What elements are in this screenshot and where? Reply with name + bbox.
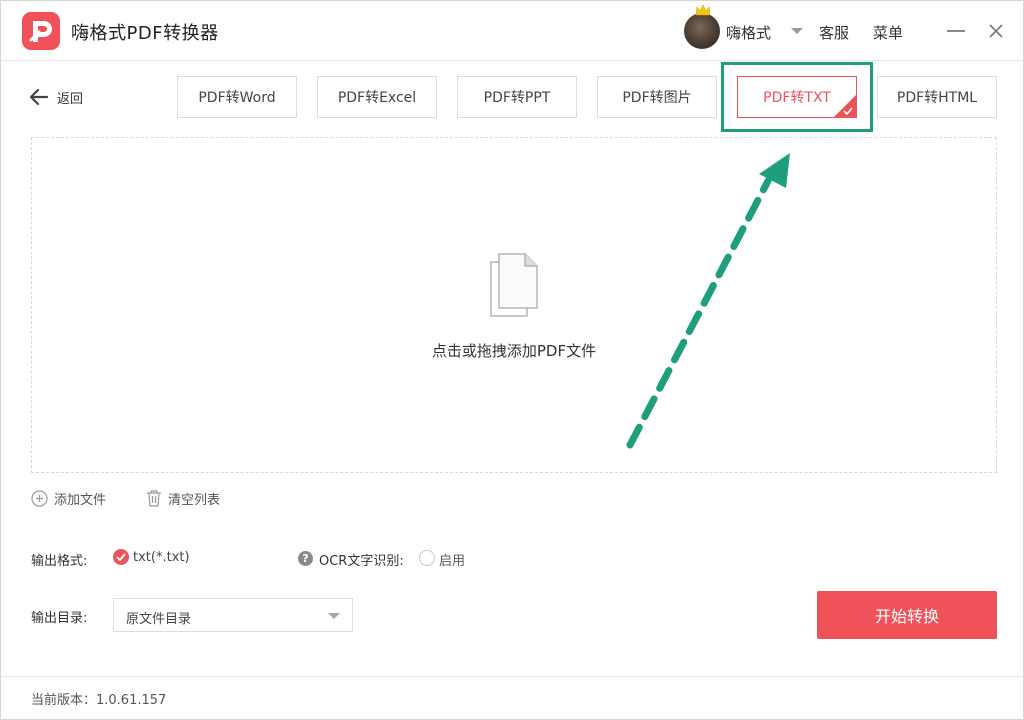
app-logo-icon <box>22 12 60 50</box>
ocr-label: OCR文字识别: <box>319 554 404 569</box>
format-selected-radio[interactable] <box>113 549 129 565</box>
tab-pdf-to-ppt[interactable]: PDF转PPT <box>457 76 577 118</box>
check-icon <box>116 553 126 562</box>
output-dir-label: 输出目录: <box>31 611 88 626</box>
tab-pdf-to-excel[interactable]: PDF转Excel <box>317 76 437 118</box>
crown-icon <box>695 4 711 16</box>
username[interactable]: 嗨格式 <box>726 22 771 43</box>
output-format-value[interactable]: txt(*.txt) <box>133 550 190 565</box>
file-stack-icon <box>490 253 538 317</box>
back-label: 返回 <box>57 91 84 107</box>
customer-service-link[interactable]: 客服 <box>819 22 849 43</box>
app-title: 嗨格式PDF转换器 <box>71 23 219 44</box>
app-window: 嗨格式PDF转换器 嗨格式 客服 菜单 返回 PDF转Word PDF转Exce… <box>0 0 1024 720</box>
arrow-left-icon <box>29 88 49 106</box>
chevron-down-icon <box>328 613 340 619</box>
start-convert-button[interactable]: 开始转换 <box>817 591 997 639</box>
title-bar: 嗨格式PDF转换器 嗨格式 客服 菜单 <box>1 1 1023 61</box>
drop-hint: 点击或拖拽添加PDF文件 <box>431 342 597 360</box>
plus-circle-icon <box>31 489 48 507</box>
chevron-down-icon[interactable] <box>791 28 803 34</box>
version-text: 当前版本：1.0.61.157 <box>31 693 167 708</box>
tab-pdf-to-word[interactable]: PDF转Word <box>177 76 297 118</box>
add-file-label: 添加文件 <box>54 492 107 508</box>
tab-pdf-to-html[interactable]: PDF转HTML <box>877 76 997 118</box>
menu-link[interactable]: 菜单 <box>873 22 903 43</box>
avatar[interactable] <box>684 4 720 49</box>
close-icon[interactable] <box>987 22 1005 40</box>
back-button[interactable]: 返回 <box>29 86 83 108</box>
add-file-button[interactable]: 添加文件 <box>31 489 107 508</box>
clear-list-button[interactable]: 清空列表 <box>146 489 221 508</box>
minimize-icon[interactable] <box>947 30 965 32</box>
output-format-label: 输出格式: <box>31 554 88 569</box>
ocr-enable-label[interactable]: 启用 <box>439 550 465 569</box>
footer: 当前版本：1.0.61.157 <box>1 676 1023 719</box>
highlight-box <box>721 62 873 132</box>
tab-pdf-to-image[interactable]: PDF转图片 <box>597 76 717 118</box>
trash-icon <box>147 490 161 507</box>
output-dir-value: 原文件目录 <box>126 612 192 627</box>
help-icon[interactable]: ? <box>298 551 313 566</box>
output-dir-select[interactable]: 原文件目录 <box>113 598 353 632</box>
clear-list-label: 清空列表 <box>168 492 221 508</box>
file-drop-zone[interactable]: 点击或拖拽添加PDF文件 <box>31 137 997 473</box>
ocr-enable-radio[interactable] <box>419 550 435 566</box>
